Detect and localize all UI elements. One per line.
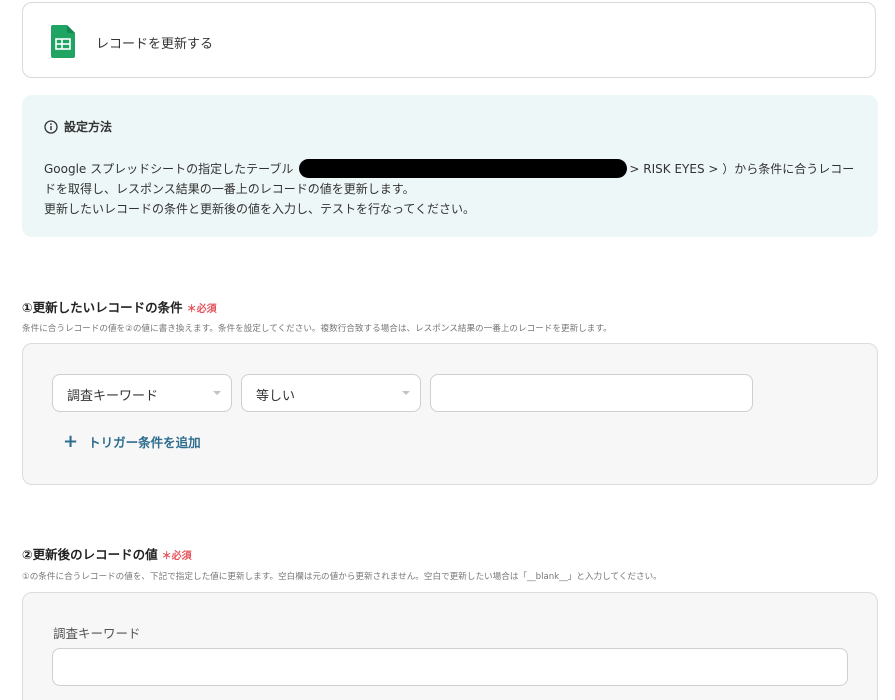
chevron-down-icon [402,391,410,395]
condition-value-input[interactable] [430,374,753,412]
condition-panel: 調査キーワード 等しい + トリガー条件を追加 [22,343,878,485]
section-1-title: ①更新したいレコードの条件 ＊必須 [22,297,217,316]
add-condition-label: トリガー条件を追加 [88,435,201,450]
required-badge: ＊必須 [186,304,217,315]
section-1-title-text: ①更新したいレコードの条件 [22,300,183,315]
redacted-block [299,159,628,178]
instructions-line-2: ドを取得し、レスポンス結果の一番上のレコードの値を更新します。 [44,182,415,196]
update-values-panel: 調査キーワード [22,592,878,700]
condition-field-value: 調査キーワード [67,389,159,404]
section-2-description: ①の条件に合うレコードの値を、下記で指定した値に更新します。空白欄は元の値から更… [22,572,662,582]
action-header-card: レコードを更新する [22,2,876,78]
instructions-line-1-prefix: Google スプレッドシートの指定したテーブル [44,162,294,176]
update-field-input[interactable] [52,648,848,686]
info-icon [44,119,58,134]
action-title: レコードを更新する [96,37,214,52]
chevron-down-icon [213,391,221,395]
section-2-title: ②更新後のレコードの値 ＊必須 [22,544,192,563]
section-1-description: 条件に合うレコードの値を②の値に書き換えます。条件を設定してください。複数行合致… [22,324,612,334]
instructions-header: 設定方法 [44,118,112,135]
instructions-text: Google スプレッドシートの指定したテーブル > RISK EYES > ）か… [44,159,864,219]
instructions-box: 設定方法 Google スプレッドシートの指定したテーブル > RISK EYES… [22,95,878,237]
required-badge: ＊必須 [161,551,192,562]
condition-operator-value: 等しい [256,389,296,404]
instructions-line-1-suffix: > RISK EYES > ）から条件に合うレコー [629,162,855,176]
google-sheets-icon [51,25,75,58]
section-2-title-text: ②更新後のレコードの値 [22,547,158,562]
page: レコードを更新する 設定方法 Google スプレッドシートの指定したテーブル >… [0,0,895,700]
add-condition-button[interactable]: + トリガー条件を追加 [63,432,201,451]
update-field-label: 調査キーワード [53,626,141,641]
condition-operator-select[interactable]: 等しい [241,374,421,412]
instructions-line-3: 更新したいレコードの条件と更新後の値を入力し、テストを行なってください。 [44,202,476,216]
instructions-title: 設定方法 [64,120,113,134]
plus-icon: + [63,430,79,452]
condition-field-select[interactable]: 調査キーワード [52,374,232,412]
instructions-line-1: Google スプレッドシートの指定したテーブル > RISK EYES > ）か… [44,159,864,179]
